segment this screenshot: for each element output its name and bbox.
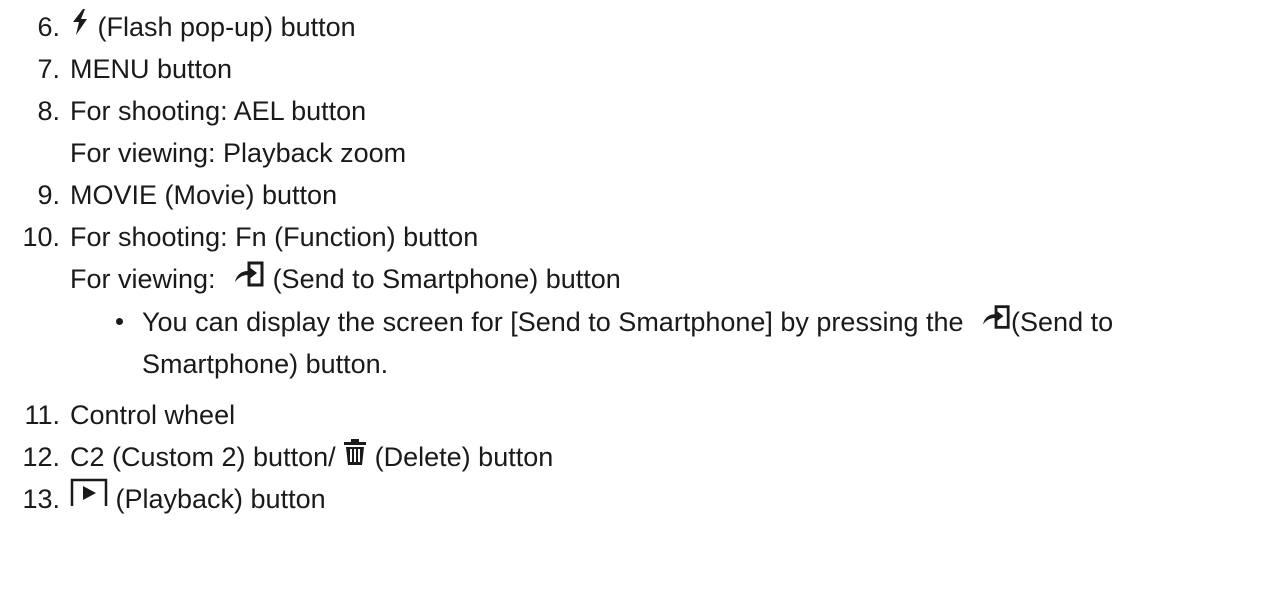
list-item-12: C2 (Custom 2) button/ (Delete) button [70,437,553,477]
bullet-text-tail: (Send to [1011,307,1114,337]
delete-label: (Delete) button [367,442,554,472]
send-to-smartphone-icon [981,302,1011,342]
bullet-text: You can display the screen for [Send to … [142,307,964,337]
trash-icon [343,437,367,477]
list-item-6: (Flash pop-up) button [70,7,356,47]
list-item-10-line-1: For shooting: Fn (Function) button [70,222,479,252]
list-item-7: MENU button [70,54,233,84]
item-number-9: 9. [37,180,60,210]
bullet-line-2: Smartphone) button. [142,349,389,379]
bullet-dot [116,318,123,325]
send-to-smartphone-icon [233,259,265,299]
viewing-label: For viewing: [70,264,216,294]
custom-2-label: C2 (Custom 2) button/ [70,442,336,472]
list-item-8-line-1: For shooting: AEL button [70,96,367,126]
list-item-8-line-2: For viewing: Playback zoom [70,138,407,168]
item-number-12: 12. [22,442,60,472]
item-number-10: 10. [22,222,60,252]
flash-item-label: (Flash pop-up) button [90,12,356,42]
item-number-6: 6. [37,12,60,42]
item-number-7: 7. [37,54,60,84]
item-number-13: 13. [22,484,60,514]
list-item-13: (Playback) button [70,479,326,519]
send-button-label: (Send to Smartphone) button [265,264,621,294]
flash-icon [70,7,90,47]
playback-icon [70,478,108,519]
playback-label: (Playback) button [108,484,326,514]
list-item-10-line-2: For viewing: (Send to Smartphone) button [70,259,621,299]
bullet-line-1: You can display the screen for [Send to … [142,302,1113,342]
list-item-9: MOVIE (Movie) button [70,180,338,210]
list-item-11: Control wheel [70,400,236,430]
item-number-8: 8. [37,96,60,126]
item-number-11: 11. [24,400,60,430]
